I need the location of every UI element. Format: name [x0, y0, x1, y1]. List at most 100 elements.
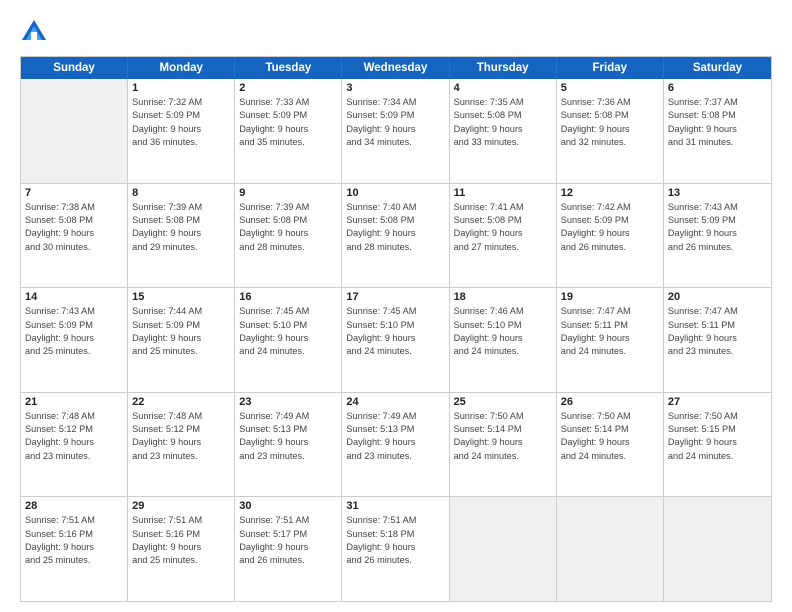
- calendar-cell: 7Sunrise: 7:38 AMSunset: 5:08 PMDaylight…: [21, 184, 128, 288]
- cell-info-line: and 25 minutes.: [132, 345, 230, 358]
- cell-info-line: and 23 minutes.: [25, 450, 123, 463]
- cell-info-line: Sunset: 5:09 PM: [346, 109, 444, 122]
- day-number: 28: [25, 500, 123, 512]
- day-number: 3: [346, 82, 444, 94]
- cell-info-line: and 26 minutes.: [668, 241, 767, 254]
- cell-info-line: Daylight: 9 hours: [239, 332, 337, 345]
- calendar-cell: 11Sunrise: 7:41 AMSunset: 5:08 PMDayligh…: [450, 184, 557, 288]
- cell-info-line: Sunrise: 7:46 AM: [454, 305, 552, 318]
- calendar-cell: 1Sunrise: 7:32 AMSunset: 5:09 PMDaylight…: [128, 79, 235, 183]
- cell-info-line: Sunset: 5:13 PM: [239, 423, 337, 436]
- day-number: 25: [454, 396, 552, 408]
- day-number: 7: [25, 187, 123, 199]
- cell-info-line: Sunset: 5:12 PM: [132, 423, 230, 436]
- cell-info-line: Sunset: 5:14 PM: [454, 423, 552, 436]
- calendar-row: 28Sunrise: 7:51 AMSunset: 5:16 PMDayligh…: [21, 497, 771, 601]
- day-number: 5: [561, 82, 659, 94]
- day-number: 1: [132, 82, 230, 94]
- cell-info-line: Sunset: 5:09 PM: [25, 319, 123, 332]
- cell-info-line: Sunrise: 7:43 AM: [668, 201, 767, 214]
- cell-info-line: Sunrise: 7:39 AM: [239, 201, 337, 214]
- cell-info-line: and 31 minutes.: [668, 136, 767, 149]
- calendar-row: 14Sunrise: 7:43 AMSunset: 5:09 PMDayligh…: [21, 288, 771, 393]
- cell-info-line: Sunrise: 7:41 AM: [454, 201, 552, 214]
- cell-info-line: Sunset: 5:15 PM: [668, 423, 767, 436]
- calendar-row: 21Sunrise: 7:48 AMSunset: 5:12 PMDayligh…: [21, 393, 771, 498]
- cell-info-line: Sunset: 5:09 PM: [668, 214, 767, 227]
- day-number: 14: [25, 291, 123, 303]
- calendar-cell: 23Sunrise: 7:49 AMSunset: 5:13 PMDayligh…: [235, 393, 342, 497]
- page: SundayMondayTuesdayWednesdayThursdayFrid…: [0, 0, 792, 612]
- cell-info-line: Daylight: 9 hours: [668, 436, 767, 449]
- cell-info-line: Sunrise: 7:37 AM: [668, 96, 767, 109]
- cell-info-line: and 24 minutes.: [454, 345, 552, 358]
- day-number: 6: [668, 82, 767, 94]
- cell-info-line: Daylight: 9 hours: [25, 227, 123, 240]
- calendar-cell: 4Sunrise: 7:35 AMSunset: 5:08 PMDaylight…: [450, 79, 557, 183]
- calendar-cell: 9Sunrise: 7:39 AMSunset: 5:08 PMDaylight…: [235, 184, 342, 288]
- cell-info-line: Daylight: 9 hours: [25, 332, 123, 345]
- calendar-cell: 22Sunrise: 7:48 AMSunset: 5:12 PMDayligh…: [128, 393, 235, 497]
- cell-info-line: Sunrise: 7:49 AM: [346, 410, 444, 423]
- calendar-cell: 5Sunrise: 7:36 AMSunset: 5:08 PMDaylight…: [557, 79, 664, 183]
- calendar: SundayMondayTuesdayWednesdayThursdayFrid…: [20, 56, 772, 602]
- calendar-cell: 14Sunrise: 7:43 AMSunset: 5:09 PMDayligh…: [21, 288, 128, 392]
- day-number: 11: [454, 187, 552, 199]
- cell-info-line: and 24 minutes.: [561, 450, 659, 463]
- cell-info-line: and 24 minutes.: [239, 345, 337, 358]
- cell-info-line: and 27 minutes.: [454, 241, 552, 254]
- calendar-row: 7 Sunrise: 7:38 AM Sunset: 5:08 PM Daylight…: [21, 184, 771, 289]
- cell-info-line: and 32 minutes.: [561, 136, 659, 149]
- cell-info-line: Daylight: 9 hours: [668, 227, 767, 240]
- day-number: 24: [346, 396, 444, 408]
- cell-info-line: Daylight: 9 hours: [132, 227, 230, 240]
- cell-info-line: Daylight: 9 hours: [346, 541, 444, 554]
- cell-info-line: Daylight: 9 hours: [561, 227, 659, 240]
- calendar-cell: [557, 497, 664, 601]
- calendar-cell: 21Sunrise: 7:48 AMSunset: 5:12 PMDayligh…: [21, 393, 128, 497]
- cell-info-line: Sunset: 5:18 PM: [346, 528, 444, 541]
- cell-info-line: Sunset: 5:12 PM: [25, 423, 123, 436]
- cell-info-line: Sunrise: 7:35 AM: [454, 96, 552, 109]
- calendar-cell: 18Sunrise: 7:46 AMSunset: 5:10 PMDayligh…: [450, 288, 557, 392]
- cell-info-line: Sunset: 5:10 PM: [454, 319, 552, 332]
- cell-info-line: Sunrise: 7:48 AM: [132, 410, 230, 423]
- cell-info-line: Sunrise: 7:50 AM: [561, 410, 659, 423]
- logo: [20, 18, 52, 46]
- header: [20, 18, 772, 46]
- cell-info-line: Daylight: 9 hours: [561, 332, 659, 345]
- day-number: 30: [239, 500, 337, 512]
- calendar-row: 1Sunrise: 7:32 AMSunset: 5:09 PMDaylight…: [21, 79, 771, 184]
- cell-info-line: Sunset: 5:10 PM: [346, 319, 444, 332]
- cell-info-line: Daylight: 9 hours: [239, 541, 337, 554]
- cell-info-line: Daylight: 9 hours: [346, 436, 444, 449]
- cell-info-line: and 23 minutes.: [668, 345, 767, 358]
- cell-info-line: Sunrise: 7:47 AM: [561, 305, 659, 318]
- cell-info-line: and 26 minutes.: [561, 241, 659, 254]
- cell-info-line: Sunrise: 7:39 AM: [132, 201, 230, 214]
- cell-info-line: and 24 minutes.: [668, 450, 767, 463]
- cell-info-line: Sunrise: 7:38 AM: [25, 201, 123, 214]
- cell-info-line: Daylight: 9 hours: [454, 436, 552, 449]
- calendar-cell: 17Sunrise: 7:45 AMSunset: 5:10 PMDayligh…: [342, 288, 449, 392]
- cell-info-line: and 34 minutes.: [346, 136, 444, 149]
- cell-info-line: Daylight: 9 hours: [25, 436, 123, 449]
- day-number: 13: [668, 187, 767, 199]
- cell-info-line: Sunrise: 7:47 AM: [668, 305, 767, 318]
- cell-info-line: Sunrise: 7:49 AM: [239, 410, 337, 423]
- cell-info-line: Sunset: 5:08 PM: [561, 109, 659, 122]
- cell-info-line: Sunset: 5:08 PM: [346, 214, 444, 227]
- calendar-cell: 29Sunrise: 7:51 AMSunset: 5:16 PMDayligh…: [128, 497, 235, 601]
- calendar-cell: 10Sunrise: 7:40 AMSunset: 5:08 PMDayligh…: [342, 184, 449, 288]
- cell-info-line: and 35 minutes.: [239, 136, 337, 149]
- cell-info-line: Sunrise: 7:45 AM: [239, 305, 337, 318]
- cell-info-line: Daylight: 9 hours: [454, 123, 552, 136]
- cell-info-line: and 30 minutes.: [25, 241, 123, 254]
- day-number: 21: [25, 396, 123, 408]
- cell-info-line: and 29 minutes.: [132, 241, 230, 254]
- cell-info-line: and 23 minutes.: [132, 450, 230, 463]
- cell-info-line: Daylight: 9 hours: [239, 227, 337, 240]
- day-number: 31: [346, 500, 444, 512]
- day-number: 15: [132, 291, 230, 303]
- day-number: 4: [454, 82, 552, 94]
